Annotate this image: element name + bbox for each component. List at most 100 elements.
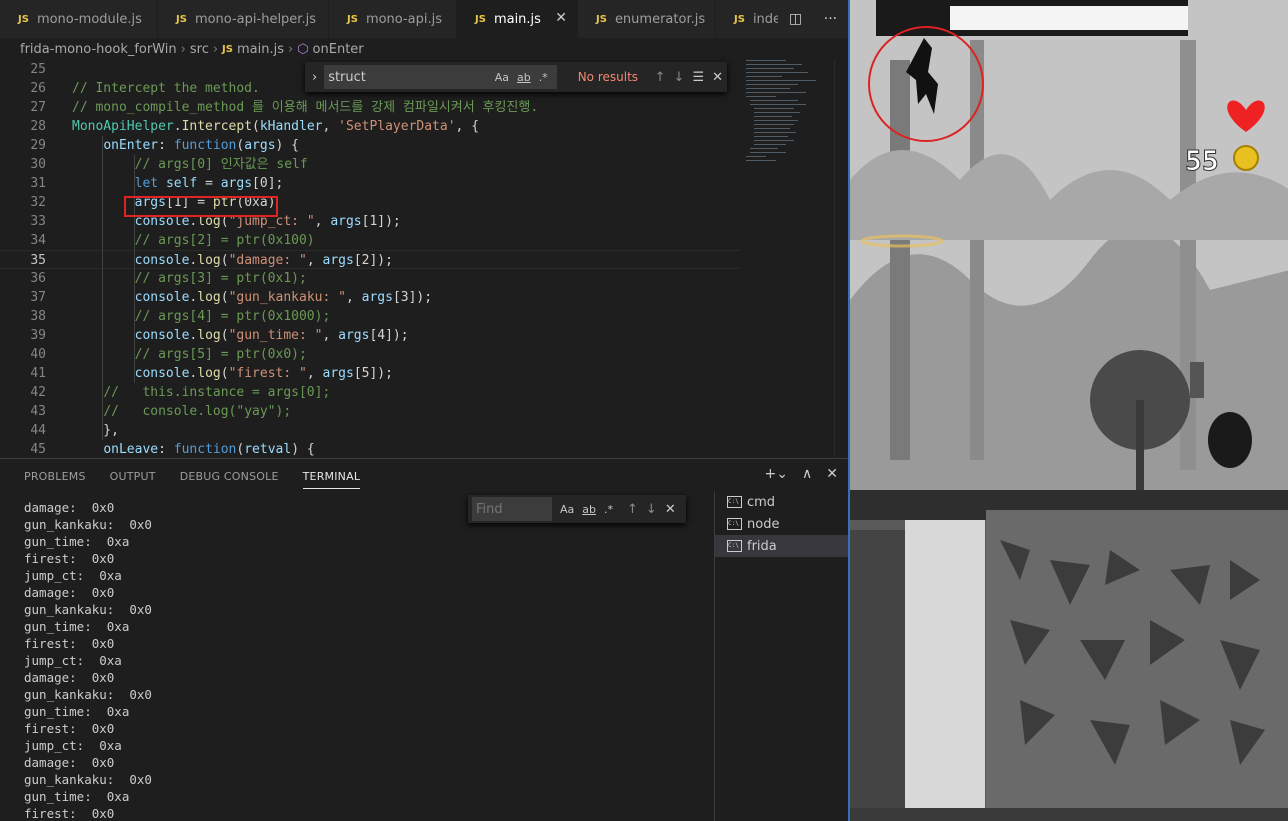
code-line[interactable]: 42 // this.instance = args[0]; <box>0 383 740 402</box>
whole-word-toggle[interactable]: ab <box>517 71 531 84</box>
waterfall <box>905 520 985 821</box>
line-number: 40 <box>30 347 46 362</box>
code-line[interactable]: 28 MonoApiHelper.Intercept(kHandler, 'Set… <box>0 117 740 136</box>
terminal-item-node[interactable]: C:\ node <box>715 513 848 535</box>
js-icon: JS <box>347 13 358 25</box>
terminal-line: jump_ct: 0xa <box>24 568 122 583</box>
code-line[interactable]: 41 console.log("firest: ", args[5]); <box>0 364 740 383</box>
code-line[interactable]: 43 // console.log("yay"); <box>0 402 740 421</box>
code-line[interactable]: 40 // args[5] = ptr(0x0); <box>0 345 740 364</box>
tab-label: main.js <box>493 11 541 27</box>
code-line[interactable]: 36 // args[3] = ptr(0x1); <box>0 269 740 288</box>
line-number: 38 <box>30 309 46 324</box>
code-line[interactable]: 32 args[1] = ptr(0xa) <box>0 193 740 212</box>
arrow-up-icon[interactable]: ↑ <box>655 70 666 85</box>
match-case-toggle[interactable]: Aa <box>495 71 509 84</box>
code-line[interactable]: 39 console.log("gun_time: ", args[4]); <box>0 326 740 345</box>
breadcrumb-symbol[interactable]: onEnter <box>313 42 364 57</box>
terminal-line: gun_kankaku: 0x0 <box>24 772 152 787</box>
add-terminal-icon[interactable]: +⌄ <box>765 466 788 482</box>
panel-tab-bar: PROBLEMS OUTPUT DEBUG CONSOLE TERMINAL <box>0 459 848 493</box>
terminal-line: gun_time: 0xa <box>24 534 130 549</box>
line-number: 33 <box>30 214 46 229</box>
minimap[interactable] <box>746 60 834 170</box>
find-in-selection-icon[interactable]: ☰ <box>692 70 704 85</box>
code-line[interactable]: 38 // args[4] = ptr(0x1000); <box>0 307 740 326</box>
terminal-output[interactable]: damage: 0x0 gun_kankaku: 0x0 gun_time: 0xa… <box>24 499 704 821</box>
code-line[interactable]: 45 onLeave: function(retval) { <box>0 440 740 458</box>
line-number: 44 <box>30 423 46 438</box>
close-icon[interactable]: ✕ <box>712 70 723 85</box>
terminal-find-input[interactable] <box>472 497 552 521</box>
code-line[interactable]: 35 console.log("damage: ", args[2]); <box>0 250 740 269</box>
code-line[interactable]: 44 }, <box>0 421 740 440</box>
tab-terminal[interactable]: TERMINAL <box>302 470 361 489</box>
tab-problems[interactable]: PROBLEMS <box>24 470 86 483</box>
code-editor[interactable]: 25 26 // Intercept the method. 27 // mono_co… <box>0 60 740 458</box>
tab-label: mono-api-helper.js <box>194 11 316 27</box>
editor-actions: ◫ ··· <box>778 0 848 38</box>
line-number: 29 <box>30 138 46 153</box>
code-line[interactable]: 37 console.log("gun_kankaku: ", args[3])… <box>0 288 740 307</box>
terminal-icon: C:\ <box>727 518 742 530</box>
code-line[interactable]: 30 // args[0] 인자값은 self <box>0 155 740 174</box>
code-line[interactable]: 31 let self = args[0]; <box>0 174 740 193</box>
breadcrumb: frida-mono-hook_forWin › src › JS main.j… <box>0 38 848 60</box>
chevron-up-icon[interactable]: ∧ <box>802 466 812 482</box>
code-line[interactable]: 33 console.log("jump_ct: ", args[1]); <box>0 212 740 231</box>
tab-enumerator[interactable]: JS enumerator.js <box>578 0 716 38</box>
hp-bar <box>950 6 1188 30</box>
js-icon: JS <box>734 13 745 25</box>
chevron-right-icon: › <box>212 41 219 57</box>
line-number: 31 <box>30 176 46 191</box>
whole-word-toggle[interactable]: ab <box>582 503 596 516</box>
code-text: // args[5] = ptr(0x0); <box>134 347 307 362</box>
terminal-line: damage: 0x0 <box>24 670 115 685</box>
tab-debug-console[interactable]: DEBUG CONSOLE <box>180 470 279 483</box>
game-scene <box>850 0 1288 821</box>
breadcrumb-project[interactable]: frida-mono-hook_forWin <box>20 42 177 57</box>
code-line[interactable]: 27 // mono_compile_method 를 이용해 메서드를 강제 컴… <box>0 98 740 117</box>
terminal-item-frida[interactable]: C:\ frida <box>715 535 848 557</box>
line-number: 41 <box>30 366 46 381</box>
rock-wall <box>850 530 905 820</box>
split-editor-icon[interactable]: ◫ <box>789 11 802 27</box>
code-text: let self = args[0]; <box>134 176 284 191</box>
terminal-line: gun_time: 0xa <box>24 619 130 634</box>
code-text: }, <box>72 423 119 438</box>
editor-scrollbar[interactable] <box>834 60 848 458</box>
tab-mono-api[interactable]: JS mono-api.js <box>329 0 457 38</box>
regex-toggle[interactable]: .* <box>604 503 613 516</box>
terminal-line: firest: 0x0 <box>24 806 115 821</box>
code-text: // mono_compile_method 를 이용해 메서드를 강제 컴파일… <box>72 100 539 115</box>
regex-toggle[interactable]: .* <box>539 71 548 84</box>
arrow-down-icon[interactable]: ↓ <box>674 70 685 85</box>
breadcrumb-file[interactable]: main.js <box>237 42 284 57</box>
code-text: console.log("gun_kankaku: ", args[3]); <box>134 290 433 305</box>
code-line[interactable]: 34 // args[2] = ptr(0x100) <box>0 231 740 250</box>
terminal-item-cmd[interactable]: C:\ cmd <box>715 491 848 513</box>
terminal-item-label: cmd <box>747 494 776 510</box>
chevron-right-icon[interactable]: › <box>305 70 324 85</box>
tab-mono-module[interactable]: JS mono-module.js <box>0 0 158 38</box>
close-icon[interactable]: ✕ <box>555 10 567 26</box>
tab-mono-api-helper[interactable]: JS mono-api-helper.js <box>158 0 329 38</box>
bottom-panel: PROBLEMS OUTPUT DEBUG CONSOLE TERMINAL +… <box>0 458 848 821</box>
breadcrumb-folder[interactable]: src <box>190 42 209 57</box>
close-icon[interactable]: ✕ <box>826 466 838 482</box>
more-actions-icon[interactable]: ··· <box>824 11 837 27</box>
code-line[interactable]: 29 onEnter: function(args) { <box>0 136 740 155</box>
match-case-toggle[interactable]: Aa <box>560 503 574 516</box>
tab-output[interactable]: OUTPUT <box>110 470 156 483</box>
close-icon[interactable]: ✕ <box>665 502 676 517</box>
arrow-down-icon[interactable]: ↓ <box>646 502 657 517</box>
tree-trunk <box>970 40 984 460</box>
arrow-up-icon[interactable]: ↑ <box>627 502 638 517</box>
game-window[interactable]: 55 <box>848 0 1288 821</box>
code-text: // console.log("yay"); <box>103 404 292 419</box>
terminal-line: gun_kankaku: 0x0 <box>24 602 152 617</box>
terminal-list: C:\ cmd C:\ node C:\ frida <box>714 491 848 821</box>
highlight-annotation-box <box>124 196 278 217</box>
terminal-icon: C:\ <box>727 496 742 508</box>
tab-main[interactable]: JS main.js ✕ <box>457 0 578 38</box>
